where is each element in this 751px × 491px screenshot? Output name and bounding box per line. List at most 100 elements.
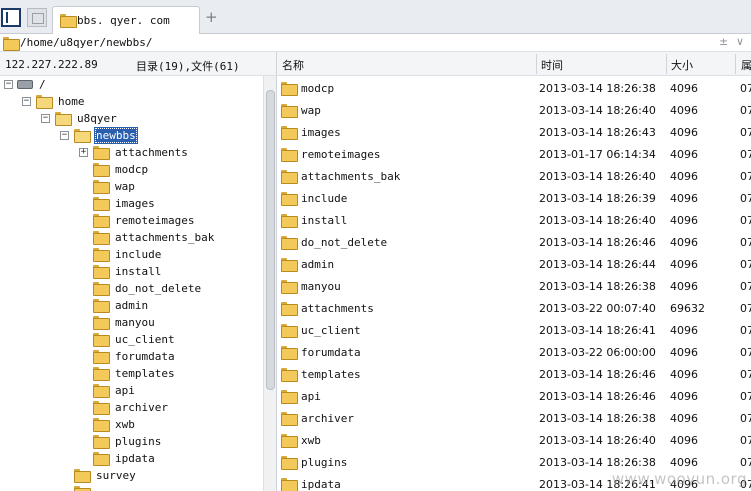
table-row[interactable]: attachments_bak 2013-03-14 18:26:40 4096 07	[277, 166, 751, 188]
file-size: 4096	[670, 192, 698, 205]
folder-icon	[93, 367, 110, 381]
file-time: 2013-03-14 18:26:38	[539, 280, 656, 293]
file-time: 2013-01-17 06:14:34	[539, 148, 656, 161]
file-attr: 07	[740, 148, 751, 161]
folder-icon	[93, 163, 110, 177]
tree-node-label: /	[39, 78, 46, 91]
collapse-icon[interactable]: −	[41, 114, 50, 123]
tree-node-label: archiver	[115, 401, 168, 414]
file-size: 4096	[670, 324, 698, 337]
table-row[interactable]: include 2013-03-14 18:26:39 4096 07	[277, 188, 751, 210]
collapse-icon[interactable]: −	[60, 131, 69, 140]
table-row[interactable]: templates 2013-03-14 18:26:46 4096 07	[277, 364, 751, 386]
folder-icon	[93, 350, 110, 364]
table-row[interactable]: remoteimages 2013-01-17 06:14:34 4096 07	[277, 144, 751, 166]
folder-icon	[281, 280, 298, 294]
tab-strip: bbs. qyer. com +	[0, 0, 751, 34]
folder-icon	[74, 469, 91, 483]
folder-icon	[93, 333, 110, 347]
current-path[interactable]: /home/u8qyer/newbbs/	[20, 36, 152, 49]
folder-open-icon	[55, 112, 72, 126]
folder-icon	[281, 412, 298, 426]
column-divider[interactable]	[666, 54, 667, 74]
folder-icon	[93, 316, 110, 330]
folder-icon	[281, 434, 298, 448]
tree-node-label: plugins	[115, 435, 162, 448]
folder-icon	[93, 180, 110, 194]
table-row[interactable]: api 2013-03-14 18:26:46 4096 07	[277, 386, 751, 408]
file-name: install	[301, 214, 348, 227]
tree-node-label: survey	[96, 469, 136, 482]
file-size: 4096	[670, 258, 698, 271]
table-row[interactable]: uc_client 2013-03-14 18:26:41 4096 07	[277, 320, 751, 342]
table-row[interactable]: attachments 2013-03-22 00:07:40 69632 07	[277, 298, 751, 320]
panel-toggle-icon[interactable]	[1, 8, 21, 27]
collapse-icon[interactable]: −	[22, 97, 31, 106]
window-icon[interactable]	[27, 8, 47, 27]
table-row[interactable]: wap 2013-03-14 18:26:40 4096 07	[277, 100, 751, 122]
file-time: 2013-03-14 18:26:38	[539, 82, 656, 95]
chevron-down-icon[interactable]: ∨	[736, 35, 744, 48]
collapse-icon[interactable]: −	[4, 80, 13, 89]
folder-icon	[281, 126, 298, 140]
file-attr: 07	[740, 214, 751, 227]
column-divider[interactable]	[735, 54, 736, 74]
table-row[interactable]: modcp 2013-03-14 18:26:38 4096 07	[277, 78, 751, 100]
tree-node-label: remoteimages	[115, 214, 195, 227]
column-divider[interactable]	[536, 54, 537, 74]
file-size: 4096	[670, 390, 698, 403]
folder-icon	[93, 282, 110, 296]
file-time: 2013-03-14 18:26:39	[539, 192, 656, 205]
file-time: 2013-03-14 18:26:46	[539, 368, 656, 381]
table-row[interactable]: forumdata 2013-03-22 06:00:00 4096 07	[277, 342, 751, 364]
file-size: 4096	[670, 126, 698, 139]
file-attr: 07	[740, 280, 751, 293]
tree-node-label: modcp	[115, 163, 149, 176]
file-attr: 07	[740, 412, 751, 425]
table-row[interactable]: images 2013-03-14 18:26:43 4096 07	[277, 122, 751, 144]
file-name: modcp	[301, 82, 335, 95]
column-header-size[interactable]: 大小	[671, 57, 693, 73]
file-attr: 07	[740, 324, 751, 337]
table-row[interactable]: admin 2013-03-14 18:26:44 4096 07	[277, 254, 751, 276]
table-row[interactable]: install 2013-03-14 18:26:40 4096 07	[277, 210, 751, 232]
file-name: manyou	[301, 280, 341, 293]
column-header-attr[interactable]: 属	[741, 57, 751, 73]
folder-icon	[281, 192, 298, 206]
file-attr: 07	[740, 170, 751, 183]
tree-scrollbar[interactable]	[263, 76, 277, 491]
path-sort-icon[interactable]: ±	[719, 35, 728, 48]
tree-node-label: home	[58, 95, 85, 108]
column-header-time[interactable]: 时间	[541, 57, 563, 73]
file-name: uc_client	[301, 324, 361, 337]
file-attr: 07	[740, 258, 751, 271]
tree-node-label: uc_client	[115, 333, 175, 346]
file-attr: 07	[740, 434, 751, 447]
file-size: 69632	[670, 302, 705, 315]
file-list: modcp 2013-03-14 18:26:38 4096 07 wap 2013-0…	[277, 78, 751, 491]
table-row[interactable]: do_not_delete 2013-03-14 18:26:46 4096 07	[277, 232, 751, 254]
tree-node-label: ipdata	[115, 452, 155, 465]
file-time: 2013-03-14 18:26:46	[539, 236, 656, 249]
scrollbar-thumb[interactable]	[266, 90, 275, 390]
file-time: 2013-03-14 18:26:40	[539, 170, 656, 183]
file-size: 4096	[670, 346, 698, 359]
expand-icon[interactable]: +	[79, 148, 88, 157]
tab-site[interactable]: bbs. qyer. com	[52, 6, 200, 34]
table-row[interactable]: manyou 2013-03-14 18:26:38 4096 07	[277, 276, 751, 298]
folder-icon	[93, 418, 110, 432]
new-tab-button[interactable]: +	[205, 8, 218, 26]
table-row[interactable]: archiver 2013-03-14 18:26:38 4096 07	[277, 408, 751, 430]
column-header-name[interactable]: 名称	[282, 57, 304, 73]
file-time: 2013-03-14 18:26:40	[539, 214, 656, 227]
table-row[interactable]: xwb 2013-03-14 18:26:40 4096 07	[277, 430, 751, 452]
folder-icon	[93, 146, 110, 160]
tab-title: bbs. qyer. com	[77, 14, 170, 27]
file-name: attachments_bak	[301, 170, 401, 183]
folder-icon	[93, 265, 110, 279]
file-size: 4096	[670, 148, 698, 161]
file-name: do_not_delete	[301, 236, 388, 249]
tree-node-label: forumdata	[115, 350, 175, 363]
file-size: 4096	[670, 434, 698, 447]
folder-icon	[60, 14, 77, 28]
